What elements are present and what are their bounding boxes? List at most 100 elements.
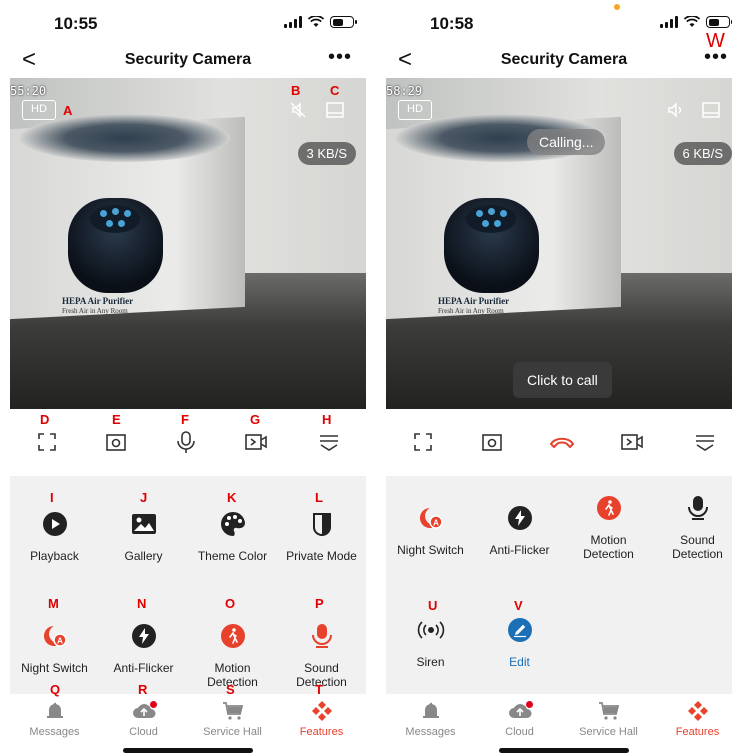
- status-time: 10:58: [430, 14, 474, 33]
- battery-icon: [330, 16, 357, 28]
- feature-private-mode[interactable]: Private Mode: [277, 506, 366, 563]
- flash-icon: [507, 506, 532, 530]
- feature-night-switch[interactable]: A Night Switch: [386, 500, 475, 557]
- fullscreen-button[interactable]: [403, 422, 443, 462]
- annotation-a: A: [63, 103, 73, 118]
- feature-sound-detection[interactable]: Sound Detection: [653, 490, 732, 561]
- feature-motion-detection[interactable]: Motion Detection: [188, 618, 277, 689]
- page-title: Security Camera: [500, 51, 628, 68]
- tab-messages[interactable]: Messages: [386, 700, 475, 738]
- feature-night-switch[interactable]: A Night Switch: [10, 618, 99, 675]
- window-icon[interactable]: [324, 100, 346, 120]
- hd-button[interactable]: HD: [22, 100, 56, 120]
- hd-button[interactable]: HD: [398, 100, 432, 120]
- tab-service-hall[interactable]: Service Hall: [564, 700, 653, 738]
- night-icon: A: [419, 508, 443, 529]
- feature-motion-detection[interactable]: Motion Detection: [564, 490, 653, 561]
- battery-icon: [706, 16, 732, 28]
- tab-service-hall[interactable]: Service Hall: [188, 700, 277, 738]
- camera-feed[interactable]: HEPA Air Purifier Fresh Air in Any Room …: [386, 78, 732, 409]
- cart-icon: [222, 702, 243, 720]
- tab-label: Service Hall: [203, 726, 262, 738]
- feature-label: Night Switch: [397, 543, 464, 557]
- status-icons: [660, 16, 732, 28]
- annotation-b: B: [291, 83, 301, 98]
- record-button[interactable]: [236, 422, 276, 462]
- walking-icon: [220, 624, 245, 648]
- right-screen: 10:58 < Security Camera ••• HEPA Air Pur…: [386, 0, 732, 753]
- annotation-r: R: [138, 682, 148, 697]
- wifi-icon: [308, 16, 324, 27]
- palette-icon: [220, 511, 245, 536]
- feature-sound-detection[interactable]: Sound Detection: [277, 618, 366, 689]
- tab-label: Features: [675, 726, 720, 738]
- annotation-t: T: [315, 682, 323, 697]
- tab-label: Messages: [29, 726, 80, 738]
- timestamp: 58:29: [386, 84, 423, 98]
- flash-icon: [131, 624, 156, 648]
- status-bar: 10:55: [10, 0, 366, 46]
- annotation-e: E: [112, 412, 121, 427]
- feature-label: Playback: [30, 549, 79, 563]
- hangup-button[interactable]: [542, 422, 582, 462]
- tab-label: Service Hall: [579, 726, 638, 738]
- microphone-icon: [687, 496, 708, 520]
- control-bar: [10, 422, 366, 462]
- tab-label: Features: [299, 726, 344, 738]
- annotation-h: H: [322, 412, 332, 427]
- annotation-c: C: [330, 83, 340, 98]
- fullscreen-button[interactable]: [27, 422, 67, 462]
- notification-dot: [526, 701, 533, 708]
- record-icon: [621, 434, 643, 450]
- timestamp: 55:20: [10, 84, 47, 98]
- mic-in-use-dot: [614, 4, 620, 10]
- record-button[interactable]: [612, 422, 652, 462]
- play-icon: [42, 512, 67, 536]
- image-icon: [131, 514, 156, 534]
- tab-features[interactable]: Features: [653, 700, 732, 738]
- tab-cloud[interactable]: Cloud: [475, 700, 564, 738]
- tab-cloud[interactable]: Cloud: [99, 700, 188, 738]
- collapse-button[interactable]: [309, 422, 349, 462]
- screenshot-button[interactable]: [96, 422, 136, 462]
- annotation-q: Q: [50, 682, 61, 697]
- tab-features[interactable]: Features: [277, 700, 366, 738]
- feature-theme-color[interactable]: Theme Color: [188, 506, 277, 563]
- tab-messages[interactable]: Messages: [10, 700, 99, 738]
- screenshot-button[interactable]: [472, 422, 512, 462]
- screenshot-icon: [106, 434, 126, 451]
- bitrate-badge: 3 KB/S: [297, 142, 356, 165]
- feature-gallery[interactable]: Gallery: [99, 506, 188, 563]
- signal-icon: [660, 16, 678, 28]
- camera-feed[interactable]: HEPA Air Purifier Fresh Air in Any Room …: [10, 78, 366, 409]
- feature-label: Anti-Flicker: [489, 543, 550, 557]
- collapse-icon: [696, 435, 714, 451]
- tab-label: Cloud: [129, 726, 158, 738]
- bell-icon: [46, 702, 63, 718]
- status-icons: [284, 16, 357, 28]
- nav-bar: < Security Camera •••: [10, 46, 366, 76]
- feature-siren[interactable]: Siren: [386, 612, 475, 669]
- nav-bar: < Security Camera •••: [386, 46, 732, 76]
- speaker-icon[interactable]: [664, 100, 686, 120]
- annotation-d: D: [40, 412, 50, 427]
- feature-edit[interactable]: Edit: [475, 612, 564, 669]
- window-icon[interactable]: [700, 100, 722, 120]
- features-panel: A Night Switch Anti-Flicker Motion Detec…: [386, 476, 732, 694]
- collapse-button[interactable]: [685, 422, 725, 462]
- mute-icon[interactable]: [288, 100, 310, 120]
- click-to-call-toast: Click to call: [513, 362, 612, 398]
- feature-label: Theme Color: [197, 549, 268, 563]
- feature-label: Anti-Flicker: [113, 661, 174, 675]
- feature-label: Motion Detection: [583, 533, 634, 561]
- feature-label: Gallery: [124, 549, 163, 563]
- annotation-m: M: [48, 596, 59, 611]
- feature-playback[interactable]: Playback: [10, 506, 99, 563]
- more-button[interactable]: •••: [328, 46, 352, 69]
- microphone-button[interactable]: [166, 422, 206, 462]
- feature-label: Siren: [416, 655, 445, 669]
- bitrate-badge: 6 KB/S: [673, 142, 732, 165]
- features-icon: [311, 701, 332, 721]
- feature-anti-flicker[interactable]: Anti-Flicker: [475, 500, 564, 557]
- feature-anti-flicker[interactable]: Anti-Flicker: [99, 618, 188, 675]
